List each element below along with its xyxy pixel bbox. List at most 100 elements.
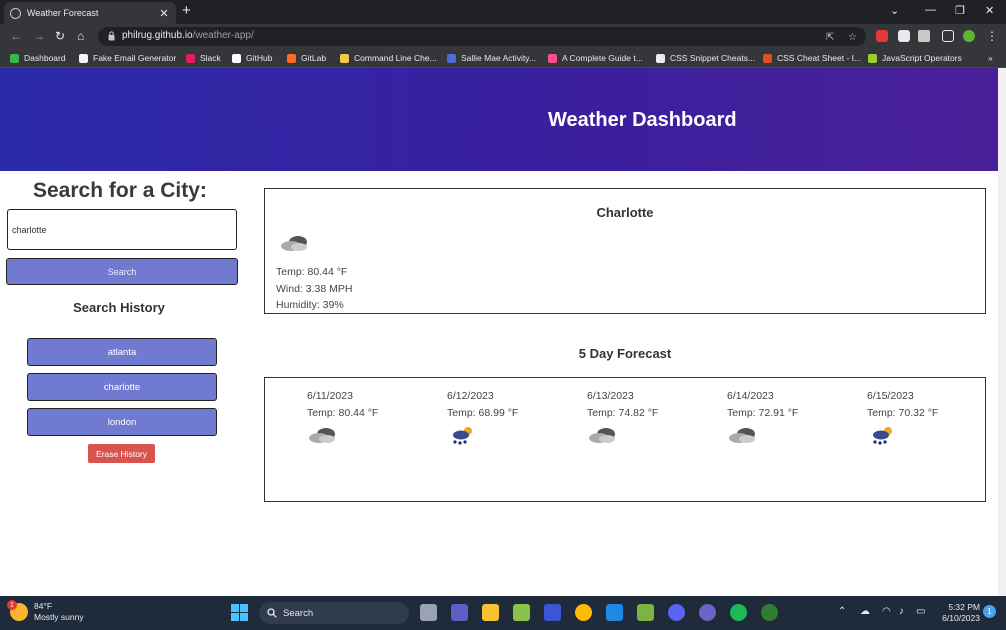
reload-icon[interactable]: ↻ — [55, 29, 65, 43]
profile-avatar[interactable] — [963, 30, 975, 42]
cloud-icon — [729, 428, 755, 443]
forecast-temp: Temp: 68.99 °F — [447, 407, 519, 419]
task-view-icon[interactable] — [420, 604, 437, 621]
page-scrollbar[interactable] — [998, 68, 1006, 596]
forecast-day: 6/11/2023 Temp: 80.44 °F — [307, 390, 437, 450]
mongodb-icon[interactable] — [761, 604, 778, 621]
bookmark-item[interactable]: CSS Cheat Sheet - I... — [763, 53, 861, 63]
history-item-charlotte[interactable]: charlotte — [27, 373, 217, 401]
teams-icon[interactable] — [451, 604, 468, 621]
battery-icon[interactable]: ▭ — [916, 606, 925, 617]
browser-toolbar: ← → ↻ ⌂ philrug.github.io/weather-app/ ⇱… — [0, 24, 1006, 49]
address-bar[interactable]: philrug.github.io/weather-app/ ⇱ ☆ — [98, 27, 866, 46]
rain-sun-icon — [453, 427, 472, 445]
search-history-heading: Search History — [73, 300, 165, 315]
menu-icon[interactable]: ⋮ — [986, 29, 998, 43]
cloud-icon — [281, 236, 307, 251]
url-text: philrug.github.io/weather-app/ — [122, 30, 254, 41]
windows-start-icon[interactable] — [231, 604, 248, 621]
taskbar-weather-desc: Mostly sunny — [34, 612, 84, 622]
bookmark-favicon — [656, 53, 665, 63]
history-item-london[interactable]: london — [27, 408, 217, 436]
bookmark-item[interactable]: Slack — [186, 53, 221, 63]
bookmark-favicon — [548, 53, 557, 63]
close-window-icon[interactable]: ✕ — [985, 4, 994, 17]
rain-sun-icon — [873, 427, 892, 445]
clock-time: 5:32 PM — [948, 602, 980, 612]
bookmark-star-icon[interactable]: ☆ — [848, 32, 857, 43]
onedrive-icon[interactable]: ☁ — [860, 606, 870, 617]
bookmark-favicon — [763, 53, 772, 63]
city-search-input[interactable] — [7, 209, 237, 250]
browser-tab[interactable]: Weather Forecast ✕ — [4, 2, 176, 24]
extension-icon[interactable] — [898, 30, 910, 42]
bookmark-item[interactable]: Command Line Che... — [340, 53, 437, 63]
weather-widget[interactable]: 1 84°F Mostly sunny — [7, 600, 84, 623]
bookmark-item[interactable]: CSS Snippet Cheats... — [656, 53, 755, 63]
forecast-card: 6/11/2023 Temp: 80.44 °F 6/12/2023 Temp:… — [264, 377, 986, 502]
current-temp: Temp: 80.44 °F — [276, 266, 348, 278]
home-icon[interactable]: ⌂ — [77, 29, 84, 43]
app-icon[interactable] — [544, 604, 561, 621]
forward-icon[interactable]: → — [33, 29, 45, 43]
abp-extension-icon[interactable] — [876, 30, 888, 42]
bookmark-label: GitHub — [246, 53, 273, 63]
taskbar-search[interactable]: Search — [259, 602, 409, 624]
globe-icon — [10, 7, 21, 19]
chevron-up-icon[interactable]: ⌃ — [838, 606, 846, 617]
git-icon[interactable] — [637, 604, 654, 621]
notification-badge[interactable]: 1 — [983, 605, 996, 618]
bookmark-favicon — [10, 53, 19, 63]
forecast-day: 6/15/2023 Temp: 70.32 °F — [867, 390, 997, 450]
bookmark-favicon — [340, 53, 349, 63]
taskbar-clock[interactable]: 5:32 PM 6/10/2023 — [936, 602, 980, 624]
url-host: philrug.github.io — [122, 30, 193, 41]
bookmark-item[interactable]: Sallie Mae Activity... — [447, 53, 536, 63]
bookmark-item[interactable]: GitLab — [287, 53, 326, 63]
forecast-temp: Temp: 74.82 °F — [587, 407, 659, 419]
search-button[interactable]: Search — [6, 258, 238, 285]
tab-search-icon[interactable]: ⌄ — [890, 4, 899, 17]
bookmark-item[interactable]: A Complete Guide t... — [548, 53, 643, 63]
puzzle-icon[interactable] — [918, 30, 930, 42]
more-bookmarks-icon[interactable]: » — [988, 53, 993, 63]
close-tab-icon[interactable]: ✕ — [158, 7, 170, 20]
tab-title: Weather Forecast — [27, 8, 99, 18]
taskbar-weather-temp: 84°F — [34, 601, 53, 611]
app-icon[interactable] — [699, 604, 716, 621]
new-tab-button[interactable]: + — [182, 3, 191, 19]
chrome-icon[interactable] — [575, 604, 592, 621]
page-title: Weather Dashboard — [548, 109, 737, 131]
sun-icon: 1 — [7, 600, 28, 621]
vscode-icon[interactable] — [606, 604, 623, 621]
taskbar-search-label: Search — [283, 607, 314, 619]
spotify-icon[interactable] — [730, 604, 747, 621]
bookmark-item[interactable]: Dashboard — [10, 53, 66, 63]
bookmark-item[interactable]: Fake Email Generator — [79, 53, 176, 63]
search-heading: Search for a City: — [33, 179, 207, 202]
minimize-icon[interactable]: — — [925, 4, 936, 16]
wifi-icon[interactable]: ◠ — [882, 606, 891, 617]
back-icon[interactable]: ← — [10, 29, 22, 43]
clock-date: 6/10/2023 — [942, 613, 980, 623]
discord-icon[interactable] — [668, 604, 685, 621]
forecast-date: 6/11/2023 — [307, 390, 353, 402]
forecast-date: 6/14/2023 — [727, 390, 774, 402]
bookmark-label: JavaScript Operators — [882, 53, 962, 63]
store-icon[interactable] — [513, 604, 530, 621]
lock-icon — [108, 31, 115, 41]
share-icon[interactable]: ⇱ — [826, 32, 834, 43]
bookmark-label: GitLab — [301, 53, 327, 63]
bookmark-item[interactable]: JavaScript Operators — [868, 53, 962, 63]
erase-history-button[interactable]: Erase History — [88, 444, 155, 463]
restore-icon[interactable]: ❐ — [955, 4, 965, 17]
forecast-date: 6/13/2023 — [587, 390, 634, 402]
bookmark-favicon — [79, 53, 88, 63]
side-panel-icon[interactable] — [942, 30, 954, 42]
history-item-atlanta[interactable]: atlanta — [27, 338, 217, 366]
browser-tab-strip: Weather Forecast ✕ + ⌄ — ❐ ✕ — [0, 0, 1006, 24]
forecast-day: 6/13/2023 Temp: 74.82 °F — [587, 390, 717, 450]
volume-icon[interactable]: ♪ — [899, 606, 904, 617]
file-explorer-icon[interactable] — [482, 604, 499, 621]
bookmark-item[interactable]: GitHub — [232, 53, 272, 63]
